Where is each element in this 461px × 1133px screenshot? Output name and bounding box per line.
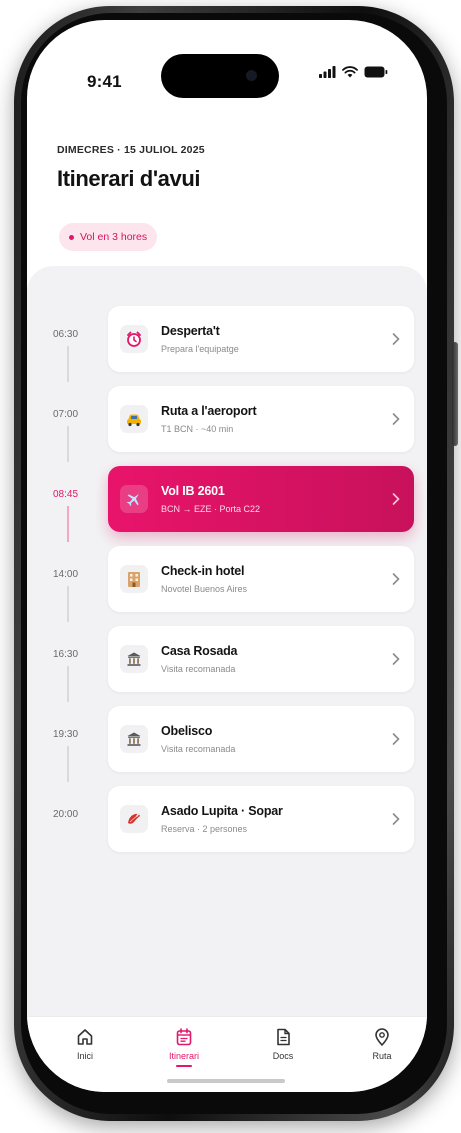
home-indicator[interactable] [167, 1079, 285, 1083]
event-subtitle: Reserva · 2 persones [161, 824, 248, 834]
chevron-right-icon [392, 573, 400, 585]
front-camera [246, 70, 257, 81]
event-subtitle: Visita recomanada [161, 744, 236, 754]
chevron-right-icon [392, 653, 400, 665]
time-label: 06:30 [53, 329, 79, 340]
status-time: 9:41 [87, 72, 122, 91]
tab-label: Itinerari [168, 1051, 199, 1061]
event-card-flight[interactable]: Vol IB 2601 BCN → EZE · Porta C22 [108, 466, 414, 532]
tab-label: Ruta [372, 1051, 392, 1061]
flight-countdown-chip[interactable]: Vol en 3 hores [59, 223, 158, 251]
time-label-active: 08:45 [53, 489, 79, 500]
timeline-connector [67, 746, 69, 782]
event-title: Casa Rosada [161, 644, 238, 658]
timeline-panel: 06:30 Desperta't Prepara l'equipatge 07:… [27, 266, 427, 1016]
timeline-connector [67, 586, 69, 622]
battery-icon [364, 66, 388, 78]
home-icon [77, 1029, 93, 1045]
document-icon [277, 1028, 290, 1046]
event-card-casa-rosada[interactable]: Casa Rosada Visita recomanada [108, 626, 414, 692]
tab-ruta[interactable]: Ruta [352, 1023, 412, 1073]
date-line: DIMECRES · 15 JULIOL 2025 [57, 144, 205, 156]
chevron-right-icon [392, 813, 400, 825]
timeline-connector-active [67, 506, 69, 542]
event-title: Vol IB 2601 [161, 484, 225, 498]
event-subtitle: Novotel Buenos Aires [161, 584, 248, 594]
event-card-dinner[interactable]: Asado Lupita · Sopar Reserva · 2 persone… [108, 786, 414, 852]
event-title: Obelisco [161, 724, 213, 738]
chevron-right-icon [392, 493, 400, 505]
event-card-airport-route[interactable]: Ruta a l'aeroport T1 BCN · ~40 min [108, 386, 414, 452]
chevron-right-icon [392, 413, 400, 425]
signal-icon [319, 66, 336, 78]
dynamic-island [161, 54, 279, 98]
dot-icon [69, 234, 74, 240]
phone-screen: 9:41 DIMECRES · 15 JULIOL 2025 Itinerari… [27, 20, 427, 1092]
page-title: Itinerari d'avui [57, 166, 201, 191]
event-title: Ruta a l'aeroport [161, 404, 257, 418]
tab-inici[interactable]: Inici [55, 1023, 115, 1073]
airplane-icon [120, 485, 148, 513]
time-label: 07:00 [53, 409, 79, 420]
active-tab-indicator [176, 1065, 192, 1067]
taxi-icon [120, 405, 148, 433]
time-label: 20:00 [53, 809, 79, 820]
event-card-wake-up[interactable]: Desperta't Prepara l'equipatge [108, 306, 414, 372]
tab-label: Inici [76, 1051, 93, 1061]
calendar-icon [176, 1028, 192, 1046]
map-pin-icon [375, 1028, 389, 1046]
tab-label: Docs [272, 1051, 294, 1061]
timeline-connector [67, 666, 69, 702]
landmark-icon [120, 645, 148, 673]
landmark-icon [120, 725, 148, 753]
event-subtitle: Visita recomanada [161, 664, 236, 674]
time-label: 16:30 [53, 649, 79, 660]
time-label: 19:30 [53, 729, 79, 740]
alarm-clock-icon [120, 325, 148, 353]
chevron-right-icon [392, 733, 400, 745]
event-subtitle: Prepara l'equipatge [161, 344, 239, 354]
chip-label: Vol en 3 hores [80, 231, 148, 243]
side-button [452, 342, 458, 446]
time-label: 14:00 [53, 569, 79, 580]
status-icons [319, 66, 388, 78]
event-card-obelisco[interactable]: Obelisco Visita recomanada [108, 706, 414, 772]
tab-itinerari[interactable]: Itinerari [154, 1023, 214, 1073]
hotel-icon [120, 565, 148, 593]
chevron-right-icon [392, 333, 400, 345]
event-card-hotel-checkin[interactable]: Check-in hotel Novotel Buenos Aires [108, 546, 414, 612]
event-subtitle: T1 BCN · ~40 min [161, 424, 234, 434]
phone-frame: 9:41 DIMECRES · 15 JULIOL 2025 Itinerari… [14, 6, 458, 1121]
event-subtitle: BCN → EZE · Porta C22 [161, 504, 261, 514]
wifi-icon [342, 66, 358, 78]
timeline-connector [67, 426, 69, 462]
event-title: Check-in hotel [161, 564, 245, 578]
food-icon [120, 805, 148, 833]
timeline-connector [67, 346, 69, 382]
event-title: Desperta't [161, 324, 220, 338]
tab-docs[interactable]: Docs [253, 1023, 313, 1073]
event-title: Asado Lupita · Sopar [161, 804, 283, 818]
